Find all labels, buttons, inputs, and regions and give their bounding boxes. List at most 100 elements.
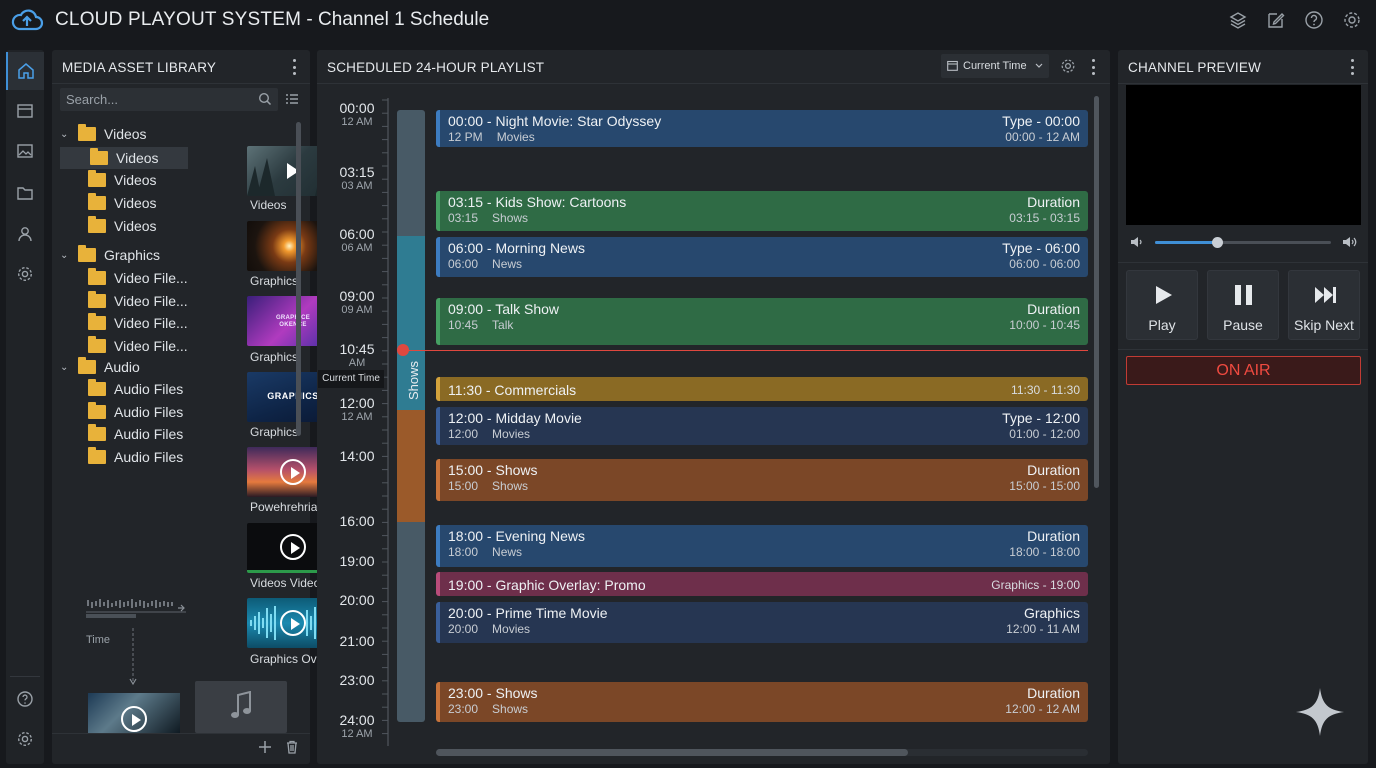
timeline-label: Time [86,634,111,646]
folder-item[interactable]: Videos [88,170,157,190]
event-type: Duration [1027,194,1080,210]
preview-title: CHANNEL PREVIEW [1128,60,1262,75]
schedule-event[interactable]: 06:00 - Morning News 06:00 News Type - 06:0… [436,237,1088,277]
volume-handle[interactable] [1211,237,1223,248]
volume-high-icon[interactable] [1342,236,1358,248]
event-category: News [492,545,523,559]
folder-item[interactable]: Audio Files [88,424,183,444]
play-label: Play [1148,317,1176,333]
gear-icon[interactable] [1060,58,1076,74]
event-type: Type - 06:00 [1002,240,1080,256]
horizontal-scroll-thumb[interactable] [436,749,908,756]
playhead-marker[interactable] [397,344,409,356]
settings-icon[interactable] [6,720,44,758]
folder-item[interactable]: Audio Files [88,447,183,467]
event-type: Duration [1027,301,1080,317]
folder-icon [78,245,96,262]
playlist-header: SCHEDULED 24-HOUR PLAYLIST Current Time [317,50,1110,84]
event-meta: 12 PM Movies [448,130,535,144]
folder-icon [88,291,106,308]
folder-group[interactable]: ⌄ Videos [60,124,147,144]
help-icon[interactable] [1304,10,1324,30]
thumbnail-caption: Graphics [250,425,299,439]
folder-item[interactable]: Video File... [88,336,188,356]
event-start: 15:00 [448,479,479,493]
thumbnail-caption: Videos [250,198,287,212]
event-title: 20:00 - Prime Time Movie [448,605,608,621]
shows-track[interactable]: Shows [397,110,425,722]
play-icon [280,610,306,636]
event-meta: 12:00 Movies [448,427,530,441]
event-range: 06:00 - 06:00 [1009,257,1080,271]
settings-icon[interactable] [1342,10,1362,30]
folder-item[interactable]: Videos [88,193,157,213]
add-icon[interactable] [258,740,272,754]
more-icon[interactable] [1349,59,1355,75]
event-type: Duration [1027,685,1080,701]
thumbnail-audio[interactable] [195,681,287,733]
search-input[interactable]: Search... [60,88,278,111]
video-preview[interactable] [1126,85,1361,225]
sparkle-icon[interactable] [1295,687,1345,737]
schedule-event[interactable]: 03:15 - Kids Show: Cartoons 03:15 Shows Dur… [436,191,1088,231]
folder-label: Videos [114,172,157,188]
folder-item[interactable]: Videos [88,216,157,236]
schedule-event[interactable]: 09:00 - Talk Show 10:45 Talk Duration 10:00 … [436,298,1088,345]
schedule-event[interactable]: 23:00 - Shows 23:00 Shows Duration 12:00 - 1… [436,682,1088,722]
layers-icon[interactable] [1228,10,1248,30]
chevron-down-icon[interactable]: ⌄ [60,129,74,140]
edit-icon[interactable] [1266,10,1286,30]
user-icon[interactable] [6,215,44,253]
home-icon[interactable] [6,52,44,90]
event-start: 20:00 [448,622,479,636]
folder-icon[interactable] [6,174,44,212]
thumbnail-caption: Graphics [250,274,299,288]
channel-preview-panel: CHANNEL PREVIEW ON AIR [1118,50,1368,764]
gear-icon[interactable] [6,255,44,293]
help-icon[interactable] [6,680,44,718]
preview-header: CHANNEL PREVIEW [1118,50,1368,84]
time-select[interactable]: Current Time [941,54,1049,78]
trash-icon[interactable] [285,740,299,754]
schedule-event[interactable]: 19:00 - Graphic Overlay: Promo Graphics -… [436,572,1088,596]
volume-slider[interactable] [1155,237,1331,248]
folder-item[interactable]: Video File... [88,291,188,311]
folder-item[interactable]: Videos [60,147,188,169]
folder-label: Video File... [114,270,188,286]
folder-group[interactable]: ⌄ Audio [60,357,140,377]
folder-item[interactable]: Audio Files [88,379,183,399]
horizontal-scrollbar[interactable] [436,749,1088,756]
more-icon[interactable] [1090,59,1096,75]
more-icon[interactable] [291,59,297,75]
skip-next-button[interactable]: Skip Next [1288,270,1360,340]
schedule-event[interactable]: 18:00 - Evening News 18:00 News Duration 18:… [436,525,1088,567]
schedule-event[interactable]: 15:00 - Shows 15:00 Shows Duration 15:00 - 1… [436,459,1088,501]
event-category: Talk [492,318,514,332]
folder-item[interactable]: Video File... [88,313,188,333]
volume-low-icon[interactable] [1130,236,1144,248]
folder-item[interactable]: Video File... [88,268,188,288]
list-view-icon[interactable] [285,92,299,106]
schedule-event[interactable]: 20:00 - Prime Time Movie 20:00 Movies Graph… [436,602,1088,643]
app-subtitle: Channel 1 Schedule [318,9,490,30]
playlist-scrollbar[interactable] [1094,96,1099,488]
pause-button[interactable]: Pause [1207,270,1279,340]
schedule-event[interactable]: 11:30 - Commercials 11:30 - 11:30 [436,377,1088,401]
folder-label: Video File... [114,338,188,354]
schedule-event[interactable]: 12:00 - Midday Movie 12:00 Movies Type - 12… [436,407,1088,445]
folder-group[interactable]: ⌄ Graphics [60,245,160,265]
skip-next-label: Skip Next [1294,317,1354,333]
thumbnail-video-editor[interactable] [88,693,180,733]
chevron-down-icon[interactable]: ⌄ [60,362,74,373]
playlist-icon[interactable] [6,92,44,130]
library-scrollbar[interactable] [296,122,301,436]
event-start: 03:15 [448,211,479,225]
image-icon[interactable] [6,132,44,170]
schedule-event[interactable]: 00:00 - Night Movie: Star Odyssey 12 PM Mo… [436,110,1088,147]
play-button[interactable]: Play [1126,270,1198,340]
app-brand: CLOUD PLAYOUT SYSTEM [55,9,302,30]
folder-item[interactable]: Audio Files [88,402,183,422]
event-type: Duration [1027,462,1080,478]
chevron-down-icon[interactable]: ⌄ [60,250,74,261]
cloud-upload-icon [11,9,44,31]
